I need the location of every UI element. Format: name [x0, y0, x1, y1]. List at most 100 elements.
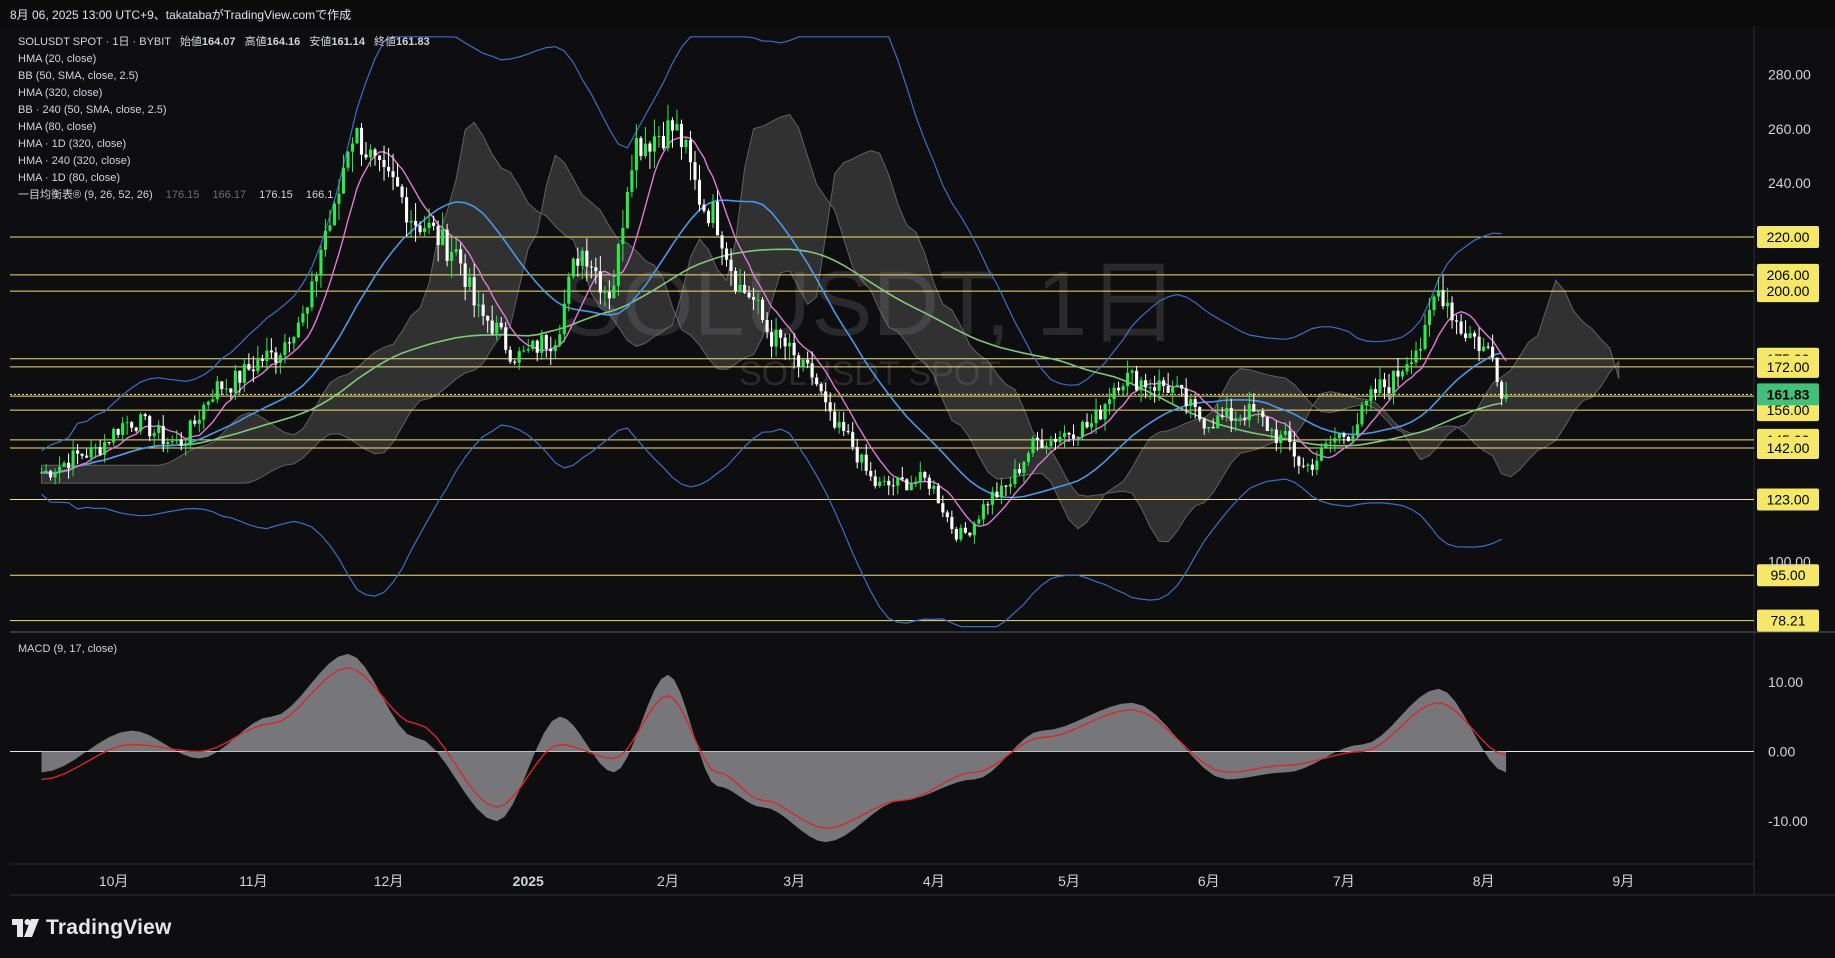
legend-indicator[interactable]: HMA (20, close): [18, 53, 96, 65]
candle-body: [765, 319, 769, 333]
candle-body: [161, 425, 165, 445]
candle-body: [603, 292, 607, 294]
candle-body: [157, 425, 161, 433]
candle-body: [936, 485, 940, 504]
candle-body: [1292, 442, 1296, 457]
candle-body: [761, 299, 765, 320]
candle-body: [179, 439, 183, 446]
legend-indicator[interactable]: HMA · 1D (320, close): [18, 138, 126, 150]
time-tick-label: 3月: [783, 873, 805, 889]
candle-body: [567, 276, 571, 304]
candle-body: [1085, 421, 1089, 428]
candle-body: [1283, 430, 1287, 435]
legend-indicator[interactable]: HMA (320, close): [18, 87, 102, 99]
candle-body: [1301, 465, 1305, 467]
legend-macd[interactable]: MACD (9, 17, close): [18, 643, 117, 655]
candle-body: [1189, 399, 1193, 406]
candle-body: [1446, 302, 1450, 307]
tradingview-brand[interactable]: TradingView: [12, 916, 172, 940]
candle-body: [1022, 461, 1026, 473]
candle-body: [815, 377, 819, 385]
candle-body: [1409, 362, 1414, 365]
candle-body: [977, 519, 981, 524]
level-price-label: 78.21: [1770, 613, 1805, 629]
candle-body: [941, 503, 945, 513]
candle-body: [477, 304, 481, 306]
candle-body: [1369, 389, 1373, 401]
candle-body: [733, 270, 738, 292]
candle-body: [1211, 426, 1215, 429]
candle-body: [639, 138, 643, 157]
level-price-label: 172.00: [1767, 359, 1810, 375]
candle-body: [1004, 485, 1008, 487]
price-tick-label: 240.00: [1768, 175, 1811, 191]
candle-body: [1382, 379, 1387, 388]
legend-indicator[interactable]: HMA (80, close): [18, 121, 96, 133]
candle-body: [1193, 399, 1197, 408]
candle-body: [742, 284, 747, 293]
candle-body: [121, 423, 125, 435]
legend-indicator[interactable]: HMA · 1D (80, close): [18, 172, 120, 184]
candle-body: [377, 155, 382, 160]
candle-body: [130, 422, 134, 428]
candle-body: [1175, 384, 1179, 387]
candle-body: [1477, 336, 1481, 351]
candle-body: [869, 470, 873, 477]
candle-body: [1360, 405, 1364, 425]
price-tick-label: 280.00: [1768, 67, 1811, 83]
candle-body: [427, 222, 431, 229]
candle-body: [1342, 433, 1346, 437]
candle-body: [1333, 438, 1337, 443]
candle-body: [233, 370, 237, 393]
candle-body: [436, 225, 440, 246]
candle-body: [549, 348, 553, 352]
candle-body: [314, 275, 318, 282]
legend-indicator[interactable]: BB · 240 (50, SMA, close, 2.5): [18, 104, 167, 116]
time-tick-label: 10月: [99, 873, 129, 889]
last-price-label: 161.83: [1767, 386, 1810, 402]
price-tick-label: 100.00: [1768, 554, 1811, 570]
candle-body: [44, 470, 48, 473]
candle-body: [405, 197, 409, 223]
candle-body: [260, 359, 264, 361]
legend-indicator[interactable]: HMA · 240 (320, close): [18, 155, 131, 167]
candle-body: [1117, 387, 1121, 391]
candle-body: [679, 123, 684, 148]
candle-body: [585, 250, 589, 267]
candle-body: [752, 297, 756, 300]
candle-body: [423, 228, 427, 233]
candle-body: [612, 285, 616, 299]
candle-body: [152, 432, 156, 437]
candle-body: [1071, 434, 1076, 439]
candle-body: [792, 342, 796, 356]
legend-indicator[interactable]: BB (50, SMA, close, 2.5): [18, 70, 138, 82]
legend-symbol[interactable]: SOLUSDT SPOT · 1日 · BYBIT 始値164.07 高値164…: [18, 34, 430, 48]
chart-canvas[interactable]: SOLUSDT, 1日 SOLUSDT SPOT 220.00206.00200…: [0, 0, 1835, 958]
candle-body: [1067, 432, 1071, 435]
candle-body: [1504, 394, 1508, 399]
candle-body: [1247, 404, 1251, 421]
candle-body: [1121, 386, 1125, 391]
candle-body: [688, 139, 693, 163]
candle-body: [116, 428, 120, 435]
candle-body: [1405, 364, 1409, 372]
candle-body: [1166, 385, 1170, 393]
candle-body: [990, 491, 994, 505]
candle-body: [1112, 387, 1116, 400]
candle-body: [562, 303, 566, 335]
candle-body: [1306, 464, 1310, 466]
candle-body: [1427, 310, 1432, 325]
legend-ichimoku[interactable]: 一目均衡表® (9, 26, 52, 26) 176.15 166.17 176…: [18, 187, 333, 201]
candle-body: [1053, 438, 1058, 442]
candle-body: [301, 313, 305, 323]
candle-body: [1108, 399, 1112, 405]
candle-body: [49, 470, 53, 478]
candle-body: [445, 229, 449, 261]
candle-body: [1423, 324, 1427, 349]
tradingview-wordmark: TradingView: [46, 916, 172, 939]
candle-body: [963, 527, 967, 533]
candle-body: [1400, 371, 1405, 377]
candle-body: [1058, 437, 1062, 442]
time-axis[interactable]: 10月 11月 12月 2025 2月 3月 4月 5月 6月 7月 8月 9月: [99, 873, 1634, 889]
candle-body: [580, 250, 584, 266]
